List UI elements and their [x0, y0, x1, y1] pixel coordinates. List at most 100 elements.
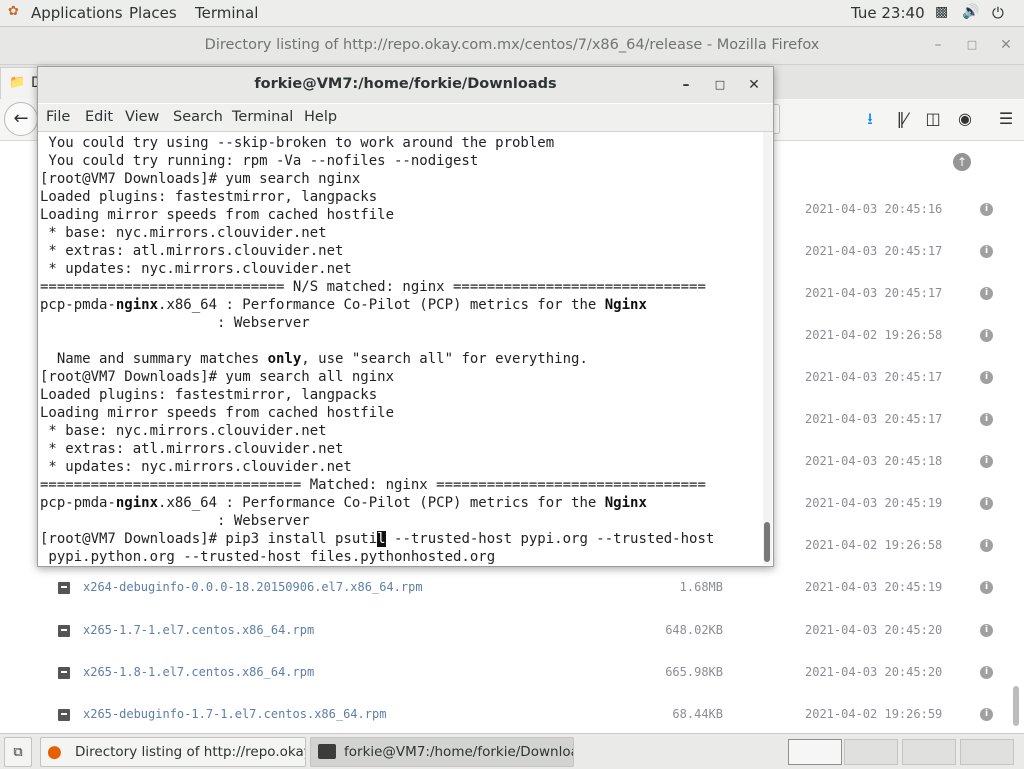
menu-help[interactable]: Help [304, 109, 337, 125]
power-icon[interactable]: ⏻ [992, 4, 1004, 22]
info-icon[interactable]: i [980, 245, 993, 259]
terminal-text: only [267, 351, 302, 367]
terminal-text: .x86_64 : Performance Co-Pilot (PCP) met… [158, 495, 605, 511]
terminal-cursor: l [377, 531, 386, 547]
account-icon[interactable]: ◉ [954, 108, 976, 130]
file-date: 2021-04-03 20:45:20 [805, 664, 943, 679]
info-icon[interactable]: i [980, 203, 993, 216]
volume-icon[interactable]: 🔊 [962, 4, 979, 20]
menu-icon[interactable]: ☰ [995, 108, 1017, 130]
menu-edit[interactable]: Edit [85, 109, 113, 125]
firefox-tab[interactable]: 📁 D [0, 67, 42, 100]
firefox-window-title: Directory listing of http://repo.okay.co… [204, 37, 820, 53]
terminal-text: Loading mirror speeds from cached hostfi… [40, 207, 395, 223]
terminal-text: * base: nyc.mirrors.clouvider.net [40, 225, 327, 241]
folder-icon: 📁 [9, 75, 26, 90]
back-button[interactable]: ← [4, 102, 38, 136]
info-icon[interactable]: i [980, 371, 993, 385]
terminal-line: * extras: atl.mirrors.clouvider.net [40, 440, 343, 458]
file-date: 2021-04-03 20:45:20 [805, 622, 943, 637]
taskbar-terminal[interactable]: forkie@VM7:/home/forkie/Downloa... [310, 737, 574, 767]
file-icon [58, 624, 70, 637]
terminal-text: * extras: atl.mirrors.clouvider.net [40, 243, 344, 259]
network-icon[interactable]: ▩ [935, 4, 948, 20]
file-size: 1.68MB [679, 580, 723, 595]
info-icon[interactable]: i [980, 329, 993, 343]
terminal-menubar: File Edit View Search Terminal Help [38, 104, 773, 132]
terminal-line: [root@VM7 Downloads]# yum search all ngi… [40, 368, 394, 386]
file-date: 2021-04-03 20:45:16 [805, 202, 943, 216]
terminal-text: [root@VM7 Downloads]# yum search all ngi… [40, 369, 395, 385]
workspace-1[interactable] [788, 739, 842, 765]
clock[interactable]: Tue 23:40 [851, 4, 925, 22]
info-icon[interactable]: i [980, 287, 993, 301]
terminal-line: * updates: nyc.mirrors.clouvider.net [40, 260, 352, 278]
terminal-line: * extras: atl.mirrors.clouvider.net [40, 242, 343, 260]
info-icon[interactable]: i [980, 623, 993, 637]
taskbar-firefox-label: Directory listing of http://repo.okay...… [75, 744, 306, 760]
terminal-line: [root@VM7 Downloads]# yum search nginx [40, 170, 360, 188]
firefox-minimize-button[interactable]: – [928, 35, 948, 55]
workspace-3[interactable] [902, 739, 956, 765]
menu-search[interactable]: Search [173, 109, 223, 125]
terminal-scroll-thumb[interactable] [764, 522, 770, 562]
info-icon[interactable]: i [980, 539, 993, 553]
applications-menu[interactable]: Applications [31, 4, 123, 22]
terminal-line: You could try running: rpm -Va --nofiles… [40, 152, 478, 170]
menu-terminal[interactable]: Terminal [232, 109, 293, 125]
places-menu[interactable]: Places [129, 4, 177, 22]
file-date: 2021-04-03 20:45:17 [805, 244, 943, 259]
download-icon[interactable]: ⭳ [859, 108, 881, 130]
file-name-link[interactable]: x265-1.8-1.el7.centos.x86_64.rpm [83, 665, 314, 679]
terminal-scrollbar[interactable] [763, 132, 772, 565]
terminal-line: Name and summary matches only, use "sear… [40, 350, 588, 368]
terminal-text: pcp-pmda- [40, 495, 116, 511]
info-icon[interactable]: i [980, 707, 993, 721]
terminal-window-title: forkie@VM7:/home/forkie/Downloads [254, 76, 557, 92]
show-desktop-icon: ⧉ [13, 745, 23, 760]
file-date: 2021-04-03 20:45:18 [805, 454, 943, 469]
page-scrollbar[interactable] [1013, 686, 1019, 726]
parent-directory-icon[interactable]: ↑ [953, 153, 971, 171]
show-desktop-button[interactable]: ⧉ [4, 737, 32, 767]
terminal-text: pcp-pmda- [40, 297, 116, 313]
library-icon[interactable]: ‖⁄ [891, 108, 913, 130]
menu-view[interactable]: View [125, 109, 159, 125]
info-icon[interactable]: i [980, 413, 993, 427]
terminal-line: Loaded plugins: fastestmirror, langpacks [40, 188, 377, 206]
workspace-4[interactable] [960, 739, 1014, 765]
file-date: 2021-04-03 20:45:19 [805, 496, 943, 511]
terminal-titlebar: forkie@VM7:/home/forkie/Downloads – □ ✕ [38, 67, 773, 103]
menu-file[interactable]: File [46, 109, 70, 125]
firefox-maximize-button[interactable]: □ [962, 35, 982, 55]
info-icon[interactable]: i [980, 665, 993, 679]
info-icon[interactable]: i [980, 455, 993, 469]
file-size: 68.44KB [672, 706, 723, 721]
terminal-text: * extras: atl.mirrors.clouvider.net [40, 441, 344, 457]
info-icon[interactable]: i [980, 581, 993, 595]
file-name-link[interactable]: x265-debuginfo-1.7-1.el7.centos.x86_64.r… [83, 707, 386, 721]
applications-icon[interactable]: ✿ [8, 4, 19, 19]
firefox-close-button[interactable]: ✕ [996, 35, 1016, 55]
terminal-minimize-button[interactable]: – [676, 75, 696, 95]
taskbar-firefox[interactable]: ● Directory listing of http://repo.okay.… [40, 737, 306, 767]
terminal-text: Name and summary matches [40, 351, 268, 367]
file-date: 2021-04-02 19:26:59 [805, 706, 943, 721]
workspace-2[interactable] [844, 739, 898, 765]
terminal-text: : Webserver [40, 513, 310, 529]
terminal-text: pypi.python.org --trusted-host files.pyt… [40, 549, 496, 565]
file-date: 2021-04-03 20:45:17 [805, 370, 943, 385]
sidebar-icon[interactable]: ◫ [922, 108, 944, 130]
terminal-text: --trusted-host pypi.org --trusted-host [385, 531, 715, 547]
terminal-icon [318, 744, 336, 759]
terminal-output[interactable]: You could try using --skip-broken to wor… [39, 132, 761, 565]
terminal-close-button[interactable]: ✕ [744, 75, 764, 95]
terminal-menu[interactable]: Terminal [195, 4, 258, 22]
info-icon[interactable]: i [980, 497, 993, 511]
file-name-link[interactable]: x265-1.7-1.el7.centos.x86_64.rpm [83, 623, 314, 637]
taskbar-terminal-label: forkie@VM7:/home/forkie/Downloa... [344, 744, 574, 760]
terminal-text: * updates: nyc.mirrors.clouvider.net [40, 261, 352, 277]
file-name-link[interactable]: x264-debuginfo-0.0.0-18.20150906.el7.x86… [83, 580, 423, 594]
file-size: 648.02KB [665, 622, 723, 637]
terminal-maximize-button[interactable]: □ [710, 75, 730, 95]
